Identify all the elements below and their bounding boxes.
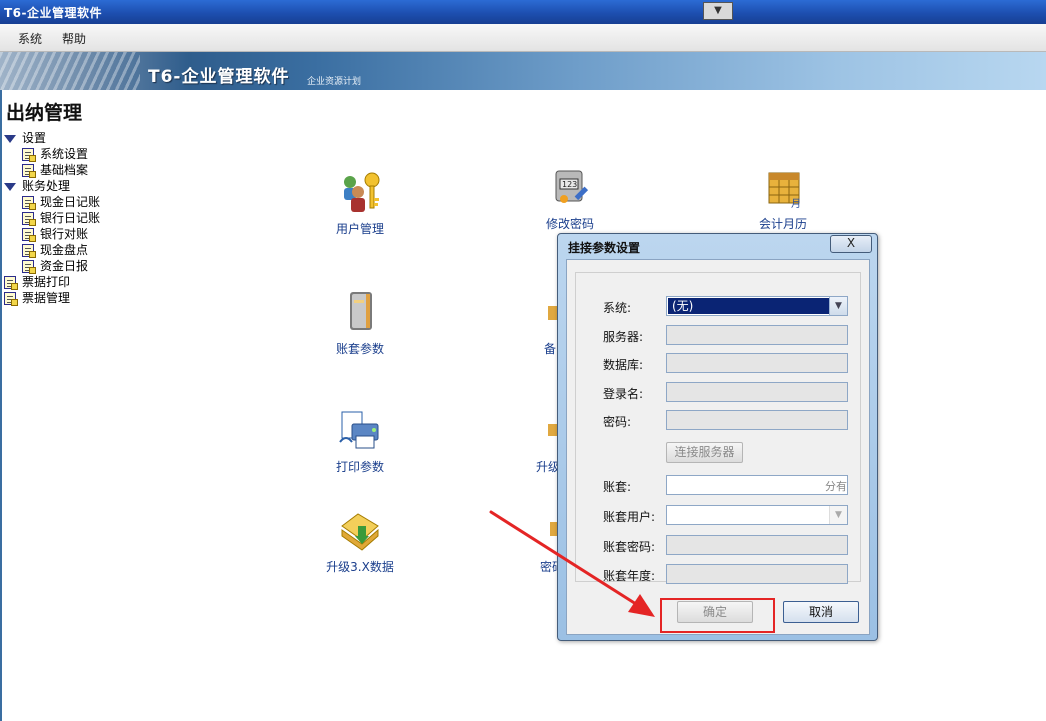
cancel-button[interactable]: 取消	[783, 601, 859, 623]
server-input[interactable]	[666, 325, 848, 345]
account-year-input[interactable]	[666, 564, 848, 584]
password-tool-icon: 123	[546, 165, 594, 209]
dialog-title: 挂接参数设置	[568, 241, 641, 255]
document-icon	[22, 148, 36, 162]
tree-item-cash-count[interactable]: 现金盘点	[22, 242, 88, 258]
expand-triangle-icon	[4, 182, 16, 191]
menu-system[interactable]: 系统	[18, 30, 42, 47]
account-password-input[interactable]	[666, 535, 848, 555]
tree-group-settings[interactable]: 设置	[4, 130, 46, 146]
tree-item-system-settings[interactable]: 系统设置	[22, 146, 88, 162]
accounting-calendar-button[interactable]: 月 会计月历	[753, 165, 813, 232]
login-label: 登录名:	[603, 387, 644, 401]
database-label: 数据库:	[603, 358, 644, 372]
document-icon	[22, 260, 36, 274]
menu-help[interactable]: 帮助	[62, 30, 86, 47]
password-label: 密码:	[603, 415, 632, 429]
tree-item-fund-daily[interactable]: 资金日报	[22, 258, 88, 274]
app-banner: T6-企业管理软件 企业资源计划	[0, 52, 1046, 90]
dialog-body: 系统: (无) ▼ 服务器: 数据库: 登录名: 密码: 连接服务器 账套: 分…	[566, 259, 870, 635]
tree-item-bill-mgmt[interactable]: 票据管理	[4, 290, 70, 306]
document-icon	[22, 196, 36, 210]
document-icon	[22, 212, 36, 226]
highlight-box	[660, 598, 775, 633]
expand-triangle-icon	[4, 134, 16, 143]
tree-item-bank-journal[interactable]: 银行日记账	[22, 210, 100, 226]
account-user-label: 账套用户:	[603, 510, 656, 524]
database-input[interactable]	[666, 353, 848, 373]
account-set-input[interactable]: 分有	[666, 475, 848, 495]
tree-item-bill-print[interactable]: 票据打印	[4, 274, 70, 290]
banner-brand: T6-企业管理软件	[148, 67, 290, 87]
printer-icon	[336, 408, 384, 452]
document-icon	[22, 228, 36, 242]
account-year-label: 账套年度:	[603, 569, 656, 583]
account-password-label: 账套密码:	[603, 540, 656, 554]
tree-item-basic-files[interactable]: 基础档案	[22, 162, 88, 178]
tree-item-cash-journal[interactable]: 现金日记账	[22, 194, 100, 210]
chevron-down-icon[interactable]: ▼	[829, 297, 847, 315]
system-label: 系统:	[603, 301, 632, 315]
mount-params-dialog: 挂接参数设置 X 系统: (无) ▼ 服务器: 数据库: 登录名: 密码: 连接…	[557, 233, 878, 641]
account-set-hint: 分有	[825, 480, 847, 493]
svg-text:月: 月	[791, 198, 801, 209]
password-input[interactable]	[666, 410, 848, 430]
account-user-select[interactable]: ▼	[666, 505, 848, 525]
tree-item-bank-reconcile[interactable]: 银行对账	[22, 226, 88, 242]
login-input[interactable]	[666, 382, 848, 402]
upgrade-icon	[536, 408, 558, 452]
chevron-down-icon[interactable]: ▼	[829, 506, 847, 524]
document-icon	[4, 276, 18, 290]
upgrade-3x-data-button[interactable]: 升级3.X数据	[320, 508, 400, 575]
calendar-icon: 月	[759, 165, 807, 210]
system-selected-value: (无)	[668, 298, 829, 314]
menu-bar: 系统 帮助	[0, 24, 1046, 52]
print-params-button[interactable]: 打印参数	[330, 408, 390, 475]
account-set-label: 账套:	[603, 480, 632, 494]
close-icon[interactable]: X	[830, 235, 872, 253]
params-group: 系统: (无) ▼ 服务器: 数据库: 登录名: 密码: 连接服务器 账套: 分…	[575, 272, 861, 584]
banner-subtitle: 企业资源计划	[307, 77, 362, 87]
book-icon	[336, 290, 384, 334]
annotation-arrow-icon	[489, 510, 655, 617]
connect-server-button[interactable]: 连接服务器	[666, 442, 743, 463]
document-icon	[22, 244, 36, 258]
upgrade-button[interactable]: 升级	[536, 408, 558, 475]
account-params-button[interactable]: 账套参数	[330, 290, 390, 357]
window-title: T6-企业管理软件	[4, 6, 103, 20]
svg-text:123: 123	[562, 180, 577, 189]
document-icon	[4, 292, 18, 306]
tree-group-accounting[interactable]: 账务处理	[4, 178, 70, 194]
user-management-button[interactable]: 用户管理	[330, 170, 390, 237]
change-password-button[interactable]: 123 修改密码	[540, 165, 600, 232]
folder-download-icon	[336, 508, 384, 552]
banner-decoration	[0, 52, 140, 90]
module-title: 出纳管理	[6, 102, 83, 124]
left-border	[0, 90, 2, 721]
chevron-down-icon[interactable]: ▼	[703, 2, 733, 20]
system-select[interactable]: (无) ▼	[666, 296, 848, 316]
document-icon	[22, 164, 36, 178]
user-key-icon	[336, 170, 384, 214]
server-label: 服务器:	[603, 330, 644, 344]
window-title-bar: T6-企业管理软件 ▼	[0, 0, 1046, 24]
